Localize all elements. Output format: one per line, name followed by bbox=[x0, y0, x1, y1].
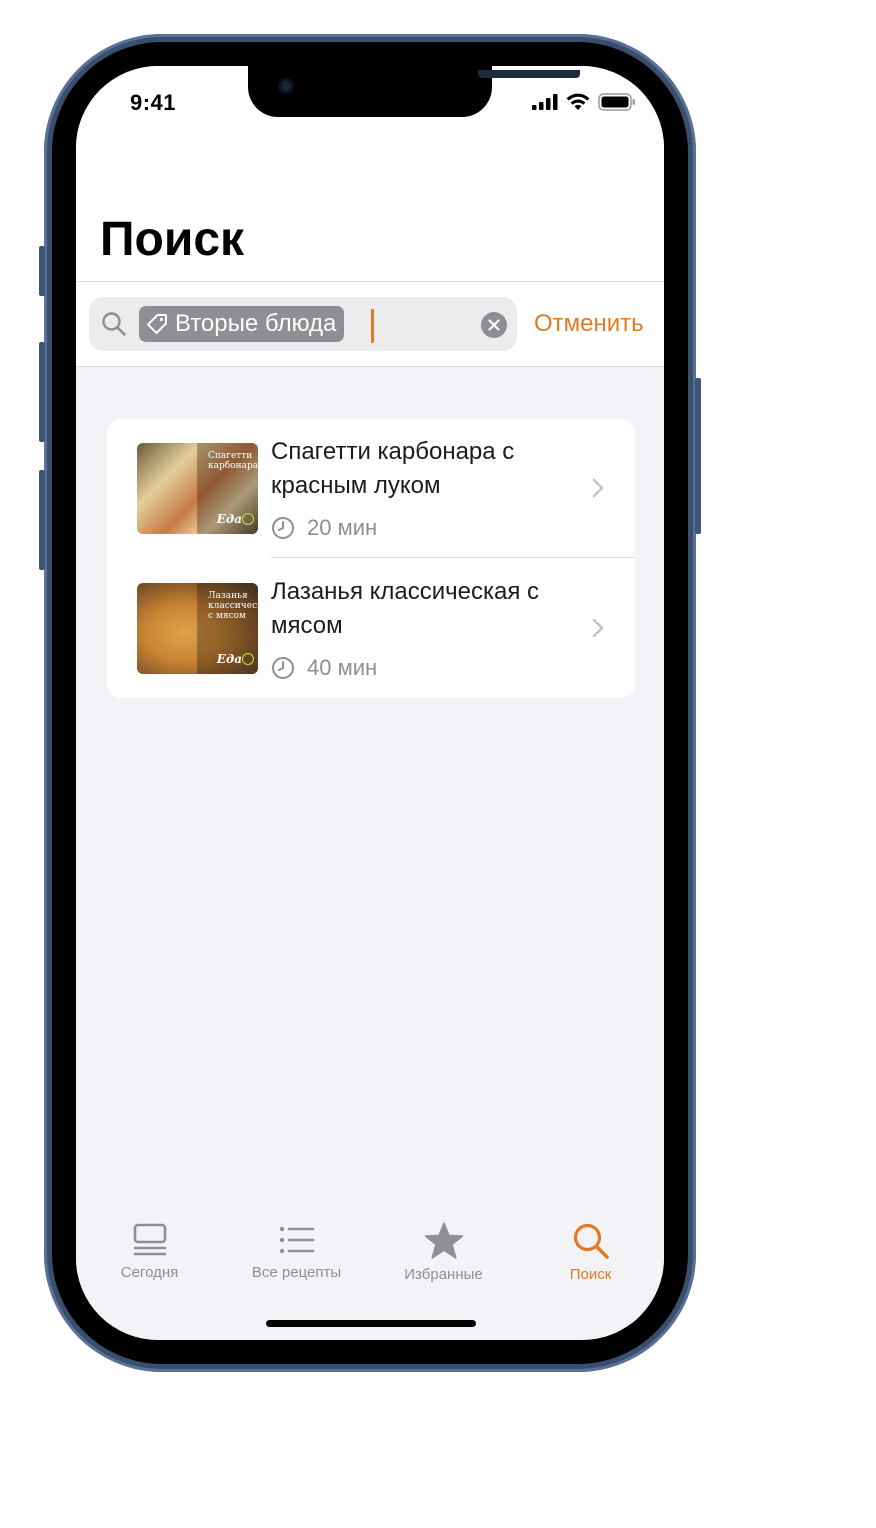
cook-time: 40 мин bbox=[271, 655, 377, 681]
recipe-thumbnail: Спагетти карбонара Еда bbox=[137, 443, 258, 534]
tab-favorites[interactable]: Избранные bbox=[370, 1222, 517, 1283]
brand-logo: Еда bbox=[216, 512, 242, 526]
search-icon bbox=[573, 1223, 609, 1259]
cook-time: 20 мин bbox=[271, 515, 377, 541]
tab-search[interactable]: Поиск bbox=[517, 1222, 664, 1283]
status-icons bbox=[532, 92, 636, 112]
results-list: Спагетти карбонара Еда Спагетти карбонар… bbox=[107, 419, 635, 698]
clear-search-button[interactable] bbox=[481, 312, 507, 338]
cook-time-label: 20 мин bbox=[307, 515, 378, 540]
recipe-thumbnail: Лазанья классическая с мясом Еда bbox=[137, 583, 258, 674]
cellular-signal-icon bbox=[532, 94, 558, 110]
clock-icon bbox=[272, 657, 294, 679]
cook-time-label: 40 мин bbox=[307, 655, 378, 680]
thumbnail-caption: Лазанья классическая с мясом bbox=[208, 591, 258, 621]
front-camera bbox=[278, 78, 294, 94]
tab-all-recipes[interactable]: Все рецепты bbox=[223, 1222, 370, 1281]
clock-icon bbox=[272, 517, 294, 539]
list-icon bbox=[279, 1226, 314, 1254]
chevron-right-icon bbox=[592, 618, 604, 638]
tab-label: Избранные bbox=[404, 1266, 483, 1283]
earpiece-speaker bbox=[478, 70, 580, 78]
star-icon bbox=[424, 1222, 463, 1259]
wifi-icon bbox=[566, 93, 590, 110]
search-token-label: Вторые блюда bbox=[175, 310, 337, 337]
tab-label: Поиск bbox=[569, 1266, 612, 1283]
chevron-right-icon bbox=[592, 478, 604, 498]
tag-icon bbox=[147, 314, 167, 334]
battery-icon bbox=[598, 93, 635, 111]
power-button bbox=[695, 378, 701, 534]
mute-switch bbox=[39, 246, 45, 296]
home-indicator bbox=[266, 1320, 476, 1327]
recipe-title: Спагетти карбонара с красным луком bbox=[271, 438, 515, 499]
today-icon bbox=[133, 1223, 166, 1256]
list-item[interactable]: Лазанья классическая с мясом Еда Лазанья… bbox=[107, 559, 635, 698]
play-icon bbox=[242, 513, 254, 525]
row-divider bbox=[271, 557, 635, 558]
cancel-button[interactable]: Отменить bbox=[534, 310, 644, 338]
text-cursor bbox=[371, 309, 374, 343]
tab-label: Сегодня bbox=[120, 1264, 179, 1281]
search-icon bbox=[102, 312, 126, 336]
volume-down-button bbox=[39, 470, 45, 570]
status-time: 9:41 bbox=[130, 90, 177, 115]
thumbnail-caption: Спагетти карбонара bbox=[208, 451, 258, 471]
list-item[interactable]: Спагетти карбонара Еда Спагетти карбонар… bbox=[107, 419, 635, 558]
close-icon bbox=[488, 319, 500, 331]
volume-up-button bbox=[39, 342, 45, 442]
tab-today[interactable]: Сегодня bbox=[76, 1222, 223, 1281]
search-input[interactable]: Вторые блюда bbox=[89, 297, 517, 351]
recipe-title: Лазанья классическая с мясом bbox=[271, 578, 540, 639]
search-bar: Вторые блюда Отменить bbox=[76, 282, 664, 367]
screen: 9:41 Поиск Вторые блюда Отменить Спагетт… bbox=[76, 66, 664, 1340]
brand-logo: Еда bbox=[216, 652, 242, 666]
search-token[interactable]: Вторые блюда bbox=[139, 306, 345, 342]
play-icon bbox=[242, 653, 254, 665]
tab-label: Все рецепты bbox=[251, 1264, 342, 1281]
notch bbox=[248, 66, 580, 117]
page-title: Поиск bbox=[100, 213, 245, 266]
